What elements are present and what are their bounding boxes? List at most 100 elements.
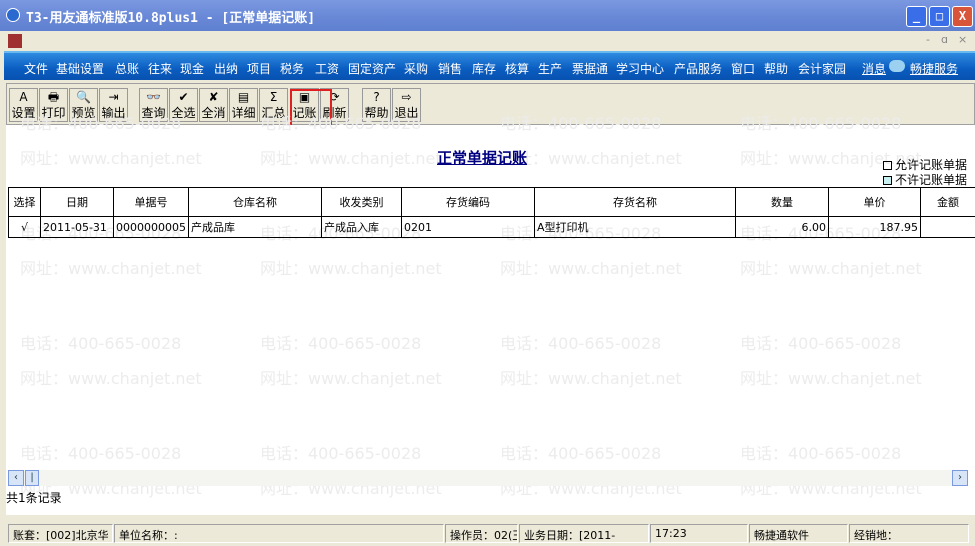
toolbar-button-7[interactable]: ▤ 详细 bbox=[229, 88, 258, 122]
close-button[interactable]: X bbox=[952, 6, 973, 27]
menu-item[interactable]: 帮助 bbox=[764, 60, 788, 77]
toolbar-label: 帮助 bbox=[364, 106, 389, 120]
minimize-button[interactable]: _ bbox=[906, 6, 927, 27]
column-header[interactable]: 金额 bbox=[920, 187, 975, 217]
menu-item[interactable]: 产品服务 bbox=[674, 60, 722, 77]
menu-item[interactable]: 项目 bbox=[247, 60, 271, 77]
menu-item[interactable]: 核算 bbox=[505, 60, 529, 77]
column-header[interactable]: 数量 bbox=[735, 187, 829, 217]
toolbar-button-5[interactable]: ✔ 全选 bbox=[169, 88, 198, 122]
status-time: 17:23 bbox=[650, 524, 748, 543]
column-header[interactable]: 选择 bbox=[8, 187, 41, 217]
menu-item[interactable]: 采购 bbox=[404, 60, 428, 77]
menu-item[interactable]: 固定资产 bbox=[348, 60, 396, 77]
cloud-icon[interactable] bbox=[889, 60, 905, 72]
watermark-site: 网址：www.chanjet.net bbox=[500, 369, 682, 388]
column-header[interactable]: 仓库名称 bbox=[188, 187, 322, 217]
toolbar-icon: 👓 bbox=[146, 90, 161, 104]
window-title: T3-用友通标准版10.8plus1 - [正常单据记账] bbox=[26, 11, 316, 26]
menu-item[interactable]: 票据通 bbox=[572, 60, 608, 77]
scroll-thumb[interactable]: | bbox=[25, 470, 39, 486]
scroll-left-button[interactable]: ‹ bbox=[8, 470, 24, 486]
toolbar-button-0[interactable]: A 设置 bbox=[9, 88, 38, 122]
table-cell[interactable]: 6.00 bbox=[735, 216, 829, 238]
column-header[interactable]: 存货编码 bbox=[401, 187, 535, 217]
toolbar-button-1[interactable]: 🖶 打印 bbox=[39, 88, 68, 122]
table-cell[interactable]: 产成品库 bbox=[188, 216, 322, 238]
highlight-box bbox=[290, 89, 332, 128]
menu-item[interactable]: 会计家园 bbox=[798, 60, 846, 77]
status-account: 账套：[002]北京华 bbox=[8, 524, 113, 543]
table-cell[interactable]: A型打印机 bbox=[534, 216, 736, 238]
toolbar-button-8[interactable]: Σ 汇总 bbox=[259, 88, 288, 122]
content-area: 电话：400-665-0028 网址：www.chanjet.net 电话：400-… bbox=[6, 114, 975, 515]
watermark-phone: 电话：400-665-0028 bbox=[20, 334, 182, 353]
toolbar-icon: ✔ bbox=[178, 90, 189, 104]
mdi-minimize-button[interactable]: - bbox=[926, 33, 930, 46]
status-vendor: 畅捷通软件 bbox=[749, 524, 848, 543]
watermark-site: 网址：www.chanjet.net bbox=[500, 259, 682, 278]
toolbar-label: 详细 bbox=[231, 106, 256, 120]
toolbar-button-12[interactable]: ⇨ 退出 bbox=[392, 88, 421, 122]
toolbar-button-2[interactable]: 🔍 预览 bbox=[69, 88, 98, 122]
watermark-site: 网址：www.chanjet.net bbox=[500, 149, 682, 168]
service-link[interactable]: 畅捷服务 bbox=[910, 60, 958, 77]
toolbar-label: 汇总 bbox=[261, 106, 286, 120]
table-cell[interactable]: 0201 bbox=[401, 216, 535, 238]
menu-item[interactable]: 出纳 bbox=[214, 60, 238, 77]
watermark-phone: 电话：400-665-0028 bbox=[260, 444, 422, 463]
table-cell[interactable]: 0000000005 bbox=[113, 216, 189, 238]
toolbar-button-11[interactable]: ? 帮助 bbox=[362, 88, 391, 122]
page-title: 正常单据记账 bbox=[437, 149, 528, 167]
column-header[interactable]: 收发类别 bbox=[321, 187, 402, 217]
table-cell[interactable]: 2011-05-31 bbox=[40, 216, 114, 238]
menu-bar: 文件 基础设置 总账 往来 现金 出纳 项目 税务 工资 固定资产 采购 销售 库存 核算 生产 票据通 学习中… bbox=[4, 51, 975, 80]
toolbar-button-4[interactable]: 👓 查询 bbox=[139, 88, 168, 122]
menu-item[interactable]: 销售 bbox=[438, 60, 462, 77]
menu-item[interactable]: 往来 bbox=[148, 60, 172, 77]
column-header[interactable]: 存货名称 bbox=[534, 187, 736, 217]
legend-disallow-label: 不许记账单据 bbox=[894, 173, 967, 187]
watermark-site: 网址：www.chanjet.net bbox=[20, 259, 202, 278]
table-cell[interactable]: 187.95 bbox=[828, 216, 921, 238]
menu-item[interactable]: 总账 bbox=[115, 60, 139, 77]
document-icon[interactable] bbox=[8, 34, 22, 48]
menu-item[interactable]: 库存 bbox=[472, 60, 496, 77]
watermark-phone: 电话：400-665-0028 bbox=[740, 444, 902, 463]
toolbar-icon: ⇨ bbox=[401, 90, 412, 104]
toolbar-icon: A bbox=[19, 90, 28, 104]
status-unit: 单位名称：: bbox=[114, 524, 444, 543]
menu-item[interactable]: 生产 bbox=[538, 60, 562, 77]
menu-item[interactable]: 工资 bbox=[315, 60, 339, 77]
menu-item[interactable]: 窗口 bbox=[731, 60, 755, 77]
menu-item[interactable]: 基础设置 bbox=[56, 60, 104, 77]
table-cell[interactable] bbox=[920, 216, 975, 238]
maximize-button[interactable]: □ bbox=[929, 6, 950, 27]
mdi-restore-button[interactable]: ɑ bbox=[941, 33, 948, 46]
horizontal-scrollbar[interactable]: ‹ | › bbox=[8, 470, 968, 486]
toolbar-button-6[interactable]: ✘ 全消 bbox=[199, 88, 228, 122]
watermark-site: 网址：www.chanjet.net bbox=[260, 259, 442, 278]
watermark-phone: 电话：400-665-0028 bbox=[500, 444, 662, 463]
legend-allow-label: 允许记账单据 bbox=[894, 158, 967, 172]
menu-item[interactable]: 现金 bbox=[180, 60, 204, 77]
toolbar-label: 设置 bbox=[11, 106, 36, 120]
toolbar-icon: 🖶 bbox=[47, 90, 60, 104]
table-cell[interactable]: 产成品入库 bbox=[321, 216, 402, 238]
scroll-right-button[interactable]: › bbox=[952, 470, 968, 486]
column-header[interactable]: 日期 bbox=[40, 187, 114, 217]
message-link[interactable]: 消息 bbox=[862, 60, 886, 77]
watermark-phone: 电话：400-665-0028 bbox=[500, 334, 662, 353]
toolbar-button-3[interactable]: ⇥ 输出 bbox=[99, 88, 128, 122]
table-row[interactable]: √ 2011-05-31 0000000005 产成品库 产成品入库 0201 A型打印机 6… bbox=[8, 216, 975, 238]
menu-item[interactable]: 学习中心 bbox=[616, 60, 664, 77]
legend-swatch-allow bbox=[882, 161, 892, 170]
table-cell[interactable]: √ bbox=[8, 216, 41, 238]
column-header[interactable]: 单价 bbox=[828, 187, 921, 217]
column-header[interactable]: 单据号 bbox=[113, 187, 189, 217]
status-dealer: 经销地： bbox=[849, 524, 969, 543]
menu-item[interactable]: 税务 bbox=[280, 60, 304, 77]
menu-item[interactable]: 文件 bbox=[24, 60, 48, 77]
mdi-close-button[interactable]: × bbox=[958, 33, 967, 46]
toolbar-icon: ▤ bbox=[237, 90, 250, 104]
